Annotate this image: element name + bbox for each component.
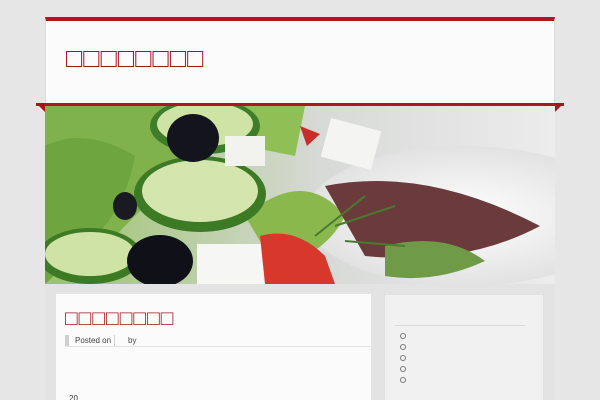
ribbon-fold-left	[36, 103, 45, 112]
salad-photo	[45, 106, 555, 284]
hero-image	[45, 106, 555, 284]
widget-list-item[interactable]	[400, 377, 406, 383]
widget-list-item[interactable]	[400, 366, 406, 372]
site-title[interactable]: □□□□□□□□	[66, 43, 204, 74]
widget-list-item[interactable]	[400, 333, 406, 339]
ribbon-fold-right	[555, 103, 564, 112]
posted-on-label: Posted on	[75, 336, 112, 345]
sidebar-widget	[395, 303, 535, 400]
article-body-text: 20	[69, 394, 78, 400]
meta-separator	[114, 335, 115, 346]
widget-list	[400, 333, 406, 388]
article-title[interactable]: □□□□□□□□	[65, 306, 174, 331]
sidebar	[384, 294, 544, 400]
by-label: by	[128, 336, 137, 345]
widget-list-item[interactable]	[400, 355, 406, 361]
post-meta: Posted on by	[65, 335, 373, 347]
widget-list-item[interactable]	[400, 344, 406, 350]
article: □□□□□□□□ Posted on by 20	[56, 294, 373, 400]
content-area: □□□□□□□□ Posted on by 20	[45, 284, 555, 400]
site-header: □□□□□□□□	[45, 17, 555, 103]
meta-accent	[65, 335, 69, 346]
widget-divider	[395, 325, 525, 326]
